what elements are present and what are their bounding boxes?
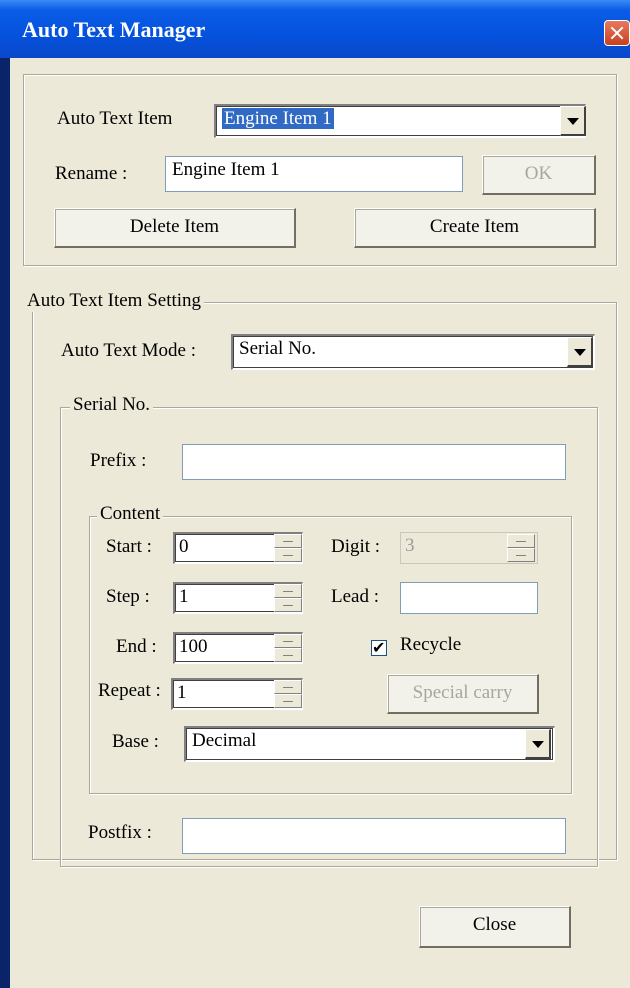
close-icon[interactable] (604, 20, 630, 46)
step-label: Step : (106, 586, 150, 607)
start-label: Start : (106, 536, 152, 557)
step-spinner-icon[interactable] (274, 584, 302, 612)
auto-text-item-select[interactable]: Engine Item 1 (214, 104, 586, 138)
recycle-checkbox[interactable] (371, 638, 387, 657)
prefix-label: Prefix : (90, 450, 147, 471)
end-label: End : (116, 636, 157, 657)
special-carry-button[interactable]: Special carry (387, 674, 539, 714)
postfix-input[interactable] (182, 818, 566, 854)
close-button[interactable]: Close (419, 906, 571, 948)
chevron-down-icon[interactable] (560, 106, 586, 136)
base-select[interactable]: Decimal (184, 726, 555, 762)
title-bar[interactable]: Auto Text Manager (0, 0, 630, 58)
chevron-down-icon[interactable] (567, 337, 593, 367)
digit-spinner-icon[interactable] (507, 534, 535, 562)
content-legend: Content (97, 503, 164, 525)
rename-input[interactable]: Engine Item 1 (165, 156, 463, 192)
chevron-down-icon[interactable] (525, 729, 551, 759)
start-spinner-icon[interactable] (274, 534, 302, 562)
window-title: Auto Text Manager (22, 17, 206, 42)
create-item-button[interactable]: Create Item (354, 208, 596, 248)
serial-no-legend: Serial No. (70, 394, 154, 416)
digit-label: Digit : (331, 536, 381, 557)
lead-input[interactable] (400, 582, 538, 614)
delete-item-button[interactable]: Delete Item (54, 208, 296, 248)
rename-label: Rename : (55, 163, 128, 184)
auto-text-mode-select[interactable]: Serial No. (231, 334, 595, 370)
auto-text-manager-window: Auto Text Manager Auto Text Item Engine … (0, 0, 630, 988)
ok-button[interactable]: OK (482, 155, 596, 195)
repeat-label: Repeat : (98, 680, 161, 701)
base-label: Base : (112, 731, 159, 752)
lead-label: Lead : (331, 586, 380, 607)
recycle-label: Recycle (400, 634, 462, 655)
auto-text-mode-label: Auto Text Mode : (61, 340, 197, 361)
postfix-label: Postfix : (88, 822, 152, 843)
prefix-input[interactable] (182, 444, 566, 480)
repeat-spinner-icon[interactable] (274, 680, 302, 708)
auto-text-item-value: Engine Item 1 (222, 108, 334, 129)
end-spinner-icon[interactable] (274, 634, 302, 662)
dialog-body: Auto Text Item Engine Item 1 Rename : En… (10, 58, 630, 988)
auto-text-item-label: Auto Text Item (57, 108, 173, 129)
setting-group-legend: Auto Text Item Setting (24, 290, 205, 312)
